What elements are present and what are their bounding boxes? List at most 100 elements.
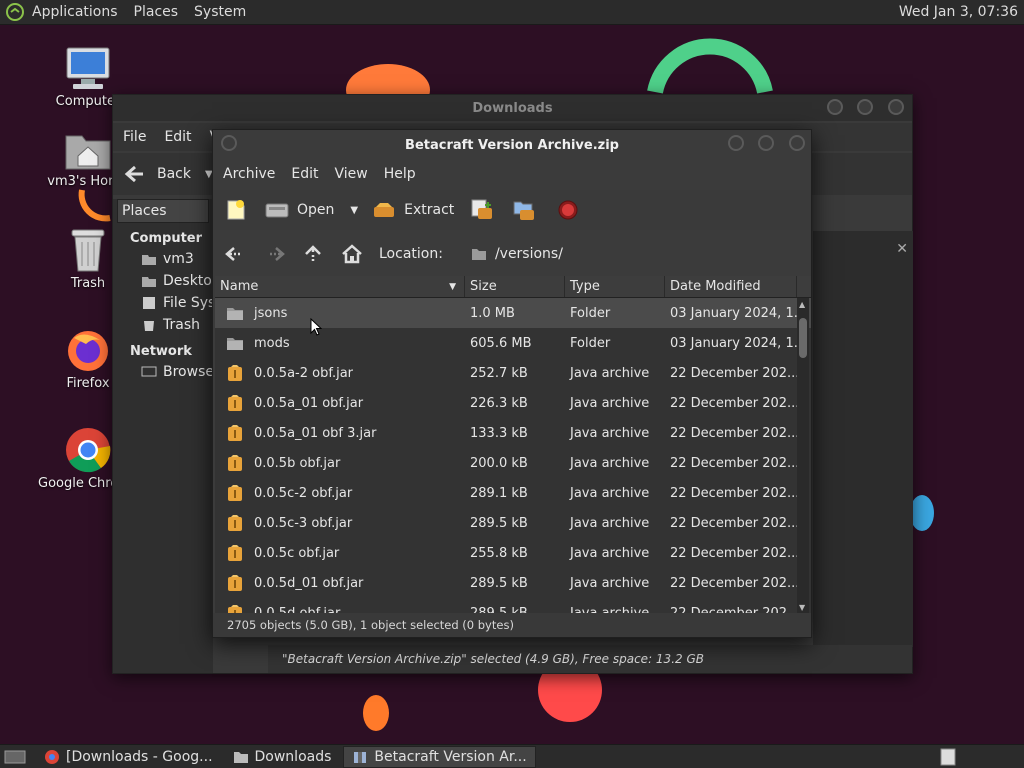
extract-button[interactable]: Extract — [372, 201, 454, 219]
menu-file[interactable]: File — [123, 129, 146, 145]
cell-name: 0.0.5a-2 obf.jar — [215, 364, 465, 382]
taskbar-item-downloads[interactable]: Downloads — [225, 746, 340, 768]
cell-size: 289.5 kB — [470, 515, 528, 531]
table-row[interactable]: 0.0.5c-2 obf.jar 289.1 kB Java archive 22 D… — [215, 478, 811, 508]
sidebar-item-trash[interactable]: Trash — [113, 314, 213, 336]
drive-icon — [143, 297, 155, 309]
maximize-button[interactable] — [857, 99, 874, 115]
sidebar-item-filesystem[interactable]: File System — [113, 292, 213, 314]
scrollbar-thumb[interactable] — [799, 318, 807, 358]
cell-size: 133.3 kB — [470, 425, 528, 441]
back-arrow-icon[interactable] — [223, 244, 247, 264]
location-field[interactable]: /versions/ — [460, 239, 791, 269]
new-archive-icon[interactable] — [225, 199, 247, 221]
trash-icon — [144, 321, 154, 331]
file-name: 0.0.5a-2 obf.jar — [254, 365, 354, 381]
table-row[interactable]: jsons 1.0 MB Folder 03 January 2024, 1... — [215, 298, 811, 328]
file-name: 0.0.5c obf.jar — [254, 545, 340, 561]
computer-icon — [66, 47, 110, 89]
scroll-up-icon[interactable]: ▲ — [799, 300, 805, 309]
archive-menubar: Archive Edit View Help — [213, 160, 811, 188]
table-row[interactable]: mods 605.6 MB Folder 03 January 2024, 1... — [215, 328, 811, 358]
menu-edit[interactable]: Edit — [291, 166, 318, 182]
cell-name: 0.0.5a_01 obf.jar — [215, 394, 465, 412]
show-desktop-icon[interactable] — [4, 749, 26, 765]
archive-manager-window[interactable]: Betacraft Version Archive.zip Archive Ed… — [212, 129, 812, 638]
cell-name: 0.0.5c obf.jar — [215, 544, 465, 562]
minimize-button[interactable] — [727, 135, 744, 151]
close-pane-icon[interactable]: ✕ — [896, 241, 908, 257]
menu-edit[interactable]: Edit — [164, 129, 191, 145]
window-menu-button[interactable] — [221, 135, 237, 151]
sidebar-section-network: Network — [130, 344, 192, 359]
chrome-icon — [45, 749, 59, 764]
menu-archive[interactable]: Archive — [223, 166, 275, 182]
column-header-type[interactable]: Type — [565, 276, 665, 297]
table-row[interactable]: 0.0.5c obf.jar 255.8 kB Java archive 22 Dec… — [215, 538, 811, 568]
menu-places[interactable]: Places — [134, 4, 179, 20]
cell-date: 03 January 2024, 1... — [670, 305, 797, 321]
cell-size: 1.0 MB — [470, 305, 515, 321]
cell-type: Java archive — [570, 425, 650, 441]
cell-date: 22 December 202... — [670, 455, 797, 471]
table-row[interactable]: 0.0.5a-2 obf.jar 252.7 kB Java archive 22 D… — [215, 358, 811, 388]
archive-statusbar: 2705 objects (5.0 GB), 1 object selected… — [213, 613, 811, 637]
menu-system[interactable]: System — [194, 4, 246, 20]
menu-applications[interactable]: Applications — [32, 4, 118, 20]
sidebar-item-label: Trash — [163, 317, 200, 333]
add-files-icon[interactable] — [470, 198, 494, 222]
sidebar-header[interactable]: Places — [117, 199, 209, 223]
minimize-button[interactable] — [826, 99, 843, 115]
cell-type: Java archive — [570, 545, 650, 561]
cell-date: 22 December 202... — [670, 365, 797, 381]
taskbar-item-archive[interactable]: Betacraft Version Ar... — [343, 745, 536, 768]
clock[interactable]: Wed Jan 3, 07:36 — [899, 4, 1018, 20]
maximize-button[interactable] — [758, 135, 775, 151]
back-button[interactable]: Back — [157, 166, 191, 182]
column-header-size[interactable]: Size — [465, 276, 565, 297]
cell-size: 226.3 kB — [470, 395, 528, 411]
file-name: 0.0.5a_01 obf 3.jar — [254, 425, 377, 441]
downloads-titlebar[interactable]: Downloads — [113, 95, 912, 121]
mate-logo-icon[interactable] — [6, 3, 24, 21]
table-row[interactable]: 0.0.5d_01 obf.jar 289.5 kB Java archive 22 … — [215, 568, 811, 598]
location-bar: Location: /versions/ — [213, 234, 811, 274]
close-button[interactable] — [789, 135, 805, 151]
table-row[interactable]: 0.0.5d obf.jar 289.5 kB Java archive 22 Dec… — [215, 598, 811, 614]
sidebar-item-label: Browse Network — [163, 364, 213, 380]
column-header-name[interactable]: Name ▼ — [215, 276, 465, 297]
file-list[interactable]: Name ▼ Size Type Date Modified jsons 1.0 … — [215, 276, 811, 614]
up-arrow-icon[interactable] — [303, 244, 323, 264]
table-row[interactable]: 0.0.5b obf.jar 200.0 kB Java archive 22 Dec… — [215, 448, 811, 478]
add-folder-icon[interactable] — [512, 198, 536, 222]
forward-arrow-icon[interactable] — [263, 244, 287, 264]
file-name: 0.0.5c-2 obf.jar — [254, 485, 353, 501]
cell-type: Java archive — [570, 365, 650, 381]
open-button[interactable]: Open — [265, 201, 334, 219]
cell-type: Folder — [570, 335, 611, 351]
menu-help[interactable]: Help — [384, 166, 416, 182]
folder-icon — [471, 249, 486, 260]
column-header-date[interactable]: Date Modified — [665, 276, 797, 297]
menu-view[interactable]: View — [335, 166, 368, 182]
close-button[interactable] — [888, 99, 904, 115]
stop-icon[interactable] — [558, 200, 578, 220]
location-value: /versions/ — [494, 246, 563, 262]
sidebar-item-desktop[interactable]: Desktop — [113, 270, 213, 292]
vertical-scrollbar[interactable]: ▲ ▼ — [797, 298, 809, 614]
table-row[interactable]: 0.0.5a_01 obf.jar 226.3 kB Java archive 22 … — [215, 388, 811, 418]
back-arrow-icon[interactable] — [123, 164, 147, 184]
sidebar-item-vm3[interactable]: vm3 — [113, 248, 213, 270]
home-icon[interactable] — [341, 244, 363, 264]
downloads-content-area[interactable] — [813, 231, 913, 647]
table-row[interactable]: 0.0.5c-3 obf.jar 289.5 kB Java archive 22 D… — [215, 508, 811, 538]
open-dropdown-chevron-icon[interactable]: ▼ — [350, 205, 358, 216]
sidebar-item-browse-network[interactable]: Browse Network — [113, 361, 213, 383]
sidebar-item-label: Desktop — [163, 273, 213, 289]
workspace-switcher-icon[interactable] — [940, 748, 956, 766]
scroll-down-icon[interactable]: ▼ — [799, 603, 805, 612]
archive-titlebar[interactable]: Betacraft Version Archive.zip — [213, 132, 811, 158]
table-row[interactable]: 0.0.5a_01 obf 3.jar 133.3 kB Java archive 2… — [215, 418, 811, 448]
taskbar-item-chrome[interactable]: [Downloads - Goog... — [36, 746, 221, 768]
taskbar-item-label: Betacraft Version Ar... — [374, 748, 527, 765]
